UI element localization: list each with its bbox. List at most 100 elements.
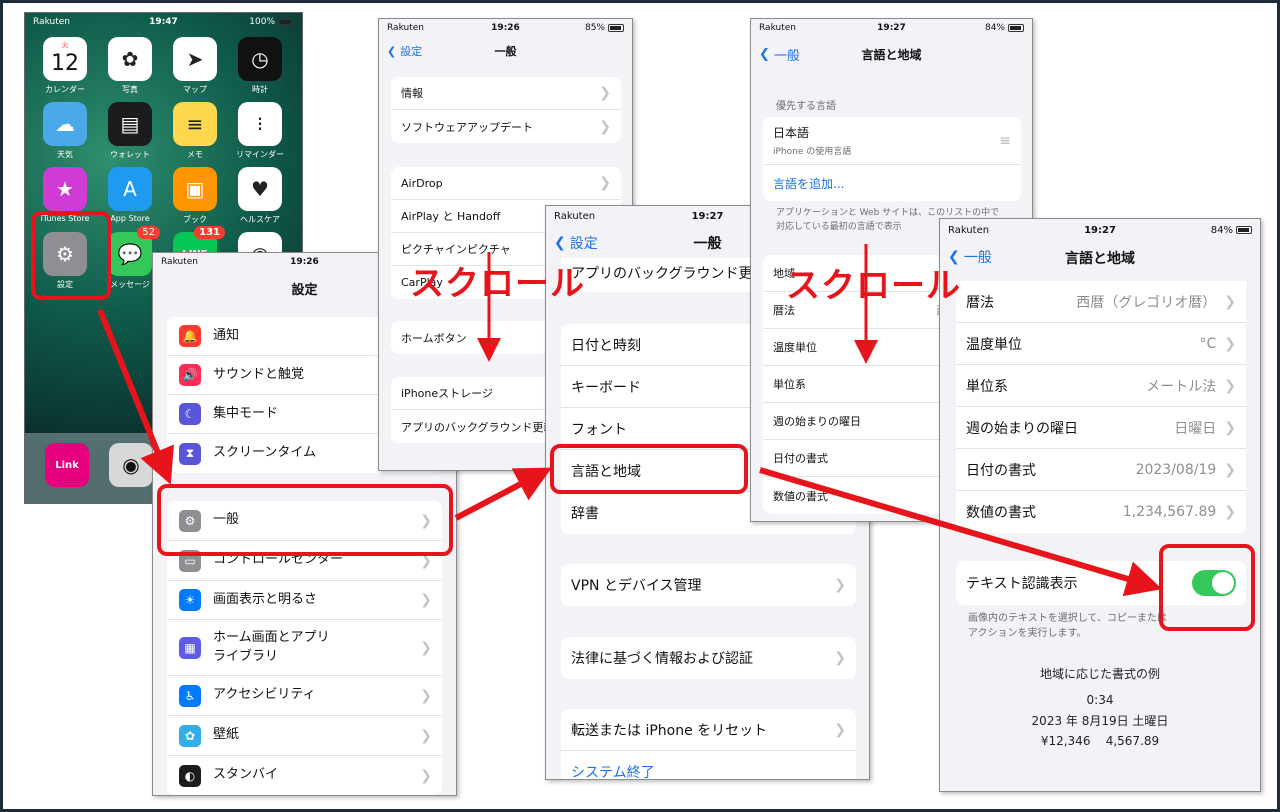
row-legal[interactable]: 法律に基づく情報および認証 ❯ <box>561 637 856 679</box>
chevron-right-icon: ❯ <box>1224 293 1236 310</box>
sun-icon: ☀ <box>179 589 201 611</box>
books-icon: ▣ <box>173 167 217 211</box>
app-label: ブック <box>183 215 207 224</box>
region-row[interactable]: 数値の書式 1,234,567.89 ❯ <box>956 491 1246 533</box>
app-photos[interactable]: ✿ 写真 <box>100 37 160 95</box>
settings-row-accessibility[interactable]: ♿ アクセシビリティ ❯ <box>167 676 442 716</box>
chevron-right-icon: ❯ <box>420 687 432 704</box>
app-store-icon: A <box>108 167 152 211</box>
app-clock[interactable]: ◷ 時計 <box>230 37 290 95</box>
highlight-settings-app <box>31 211 111 300</box>
list-item[interactable]: ソフトウェアアップデート ❯ <box>391 110 621 143</box>
list-item[interactable]: 情報 ❯ <box>391 77 621 110</box>
chevron-right-icon: ❯ <box>599 118 611 135</box>
preferred-languages-header: 優先する言語 <box>776 101 836 112</box>
general-group-about: 情報 ❯ ソフトウェアアップデート ❯ <box>391 77 621 143</box>
add-language-button[interactable]: 言語を追加... <box>763 165 1021 201</box>
settings-row-sun[interactable]: ☀ 画面表示と明るさ ❯ <box>167 581 442 620</box>
region-row-value: メートル法 <box>1146 378 1217 395</box>
region-row-label: 数値の書式 <box>966 505 1036 521</box>
battery-icon <box>278 18 294 26</box>
photos-icon: ✿ <box>108 37 152 81</box>
camera-app-icon[interactable]: ◉ <box>109 443 153 487</box>
highlight-language-region-row <box>550 444 748 494</box>
app-label: マップ <box>183 85 207 94</box>
settings-row-label: スタンバイ <box>213 767 279 783</box>
app-label: 天気 <box>57 150 73 159</box>
chevron-right-icon: ❯ <box>1224 461 1236 478</box>
app-calendar[interactable]: 火 12 カレンダー <box>35 37 95 95</box>
app-health[interactable]: ♥ ヘルスケア <box>230 167 290 225</box>
battery-icon <box>1008 24 1024 32</box>
settings-row-label: アクセシビリティ <box>213 687 316 703</box>
app-maps[interactable]: ➤ マップ <box>165 37 225 95</box>
list-item-label: AirDrop <box>401 176 443 190</box>
notes-icon: ≡ <box>173 102 217 146</box>
format-example: 地域に応じた書式の例 0:34 2023 年 8月19日 土曜日 ¥12,346… <box>940 664 1260 752</box>
app-label: カレンダー <box>45 85 85 94</box>
region-title: 言語と地域 <box>861 48 922 62</box>
app-label: リマインダー <box>236 150 284 159</box>
row-reset[interactable]: 転送または iPhone をリセット ❯ <box>561 709 856 751</box>
row-shutdown[interactable]: システム終了 <box>561 751 856 779</box>
app-books[interactable]: ▣ ブック <box>165 167 225 225</box>
chevron-right-icon: ❯ <box>1224 504 1236 520</box>
rakuten-link-app-icon[interactable]: Link <box>45 443 89 487</box>
settings-row-flower[interactable]: ✿ 壁紙 ❯ <box>167 716 442 756</box>
app-notes[interactable]: ≡ メモ <box>165 102 225 160</box>
region-row-label: 週の始まりの曜日 <box>966 420 1078 437</box>
app-weather[interactable]: ☁ 天気 <box>35 102 95 160</box>
format-example-date: 2023 年 8月19日 土曜日 <box>1031 713 1169 728</box>
chevron-right-icon: ❯ <box>1224 335 1236 352</box>
clock: 19:47 <box>149 17 178 27</box>
region-row[interactable]: 温度単位 °C ❯ <box>956 323 1246 365</box>
notification-badge: 52 <box>137 226 160 239</box>
arrow-to-language <box>454 467 552 521</box>
general-group-reset: 転送または iPhone をリセット ❯ システム終了 <box>561 709 856 779</box>
settings-row-standby[interactable]: ◐ スタンバイ ❯ <box>167 756 442 795</box>
general-title: 一般 <box>494 45 517 58</box>
settings-row-label: 壁紙 <box>213 727 240 743</box>
app-label: 写真 <box>122 85 138 94</box>
app-label: 時計 <box>252 85 268 94</box>
maps-icon: ➤ <box>173 37 217 81</box>
region-row-value: 西暦（グレゴリオ暦） <box>1076 294 1217 311</box>
scroll-annotation-2: スクロール <box>786 266 961 306</box>
list-item[interactable]: AirDrop ❯ <box>391 167 621 200</box>
battery-icon <box>1236 226 1252 234</box>
notification-badge: 131 <box>194 226 225 239</box>
wallet-icon: ▤ <box>108 102 152 146</box>
settings-row-grid[interactable]: ▦ ホーム画面とアプリ ライブラリ ❯ <box>167 620 442 676</box>
row-vpn[interactable]: VPN とデバイス管理 ❯ <box>561 564 856 606</box>
languages-group: 日本語 iPhone の使用言語 ≡ 言語を追加... <box>763 117 1021 201</box>
reminders-icon: ⁝ <box>238 102 282 146</box>
chevron-right-icon: ❯ <box>834 721 846 738</box>
format-example-title: 地域に応じた書式の例 <box>1039 667 1160 681</box>
region-row-value: 2023/08/19 <box>1135 461 1217 478</box>
home-status-bar: Rakuten 19:47 100% <box>25 13 302 31</box>
app-label: メモ <box>187 150 203 159</box>
scroll-annotation-1: スクロール <box>410 264 585 304</box>
region-row[interactable]: 単位系 メートル法 ❯ <box>956 365 1246 407</box>
chevron-right-icon: ❯ <box>1224 377 1236 394</box>
app-reminders[interactable]: ⁝ リマインダー <box>230 102 290 160</box>
region-row-label: 単位系 <box>966 378 1008 395</box>
health-icon: ♥ <box>238 167 282 211</box>
region-row-label: 温度単位 <box>966 336 1022 353</box>
weather-icon: ☁ <box>43 102 87 146</box>
clock-icon: ◷ <box>238 37 282 81</box>
chevron-right-icon: ❯ <box>420 727 432 744</box>
chevron-right-icon: ❯ <box>1224 419 1236 436</box>
region-row[interactable]: 日付の書式 2023/08/19 ❯ <box>956 449 1246 491</box>
language-row[interactable]: 日本語 iPhone の使用言語 ≡ <box>763 117 1021 165</box>
region-row[interactable]: 暦法 西暦（グレゴリオ暦） ❯ <box>956 281 1246 323</box>
region-title: 言語と地域 <box>1065 251 1135 267</box>
flower-icon: ✿ <box>179 724 201 747</box>
drag-handle-icon[interactable]: ≡ <box>999 133 1011 149</box>
battery-icon <box>608 24 624 32</box>
app-wallet[interactable]: ▤ ウォレット <box>100 102 160 160</box>
chevron-right-icon: ❯ <box>420 639 432 656</box>
chevron-right-icon: ❯ <box>599 85 611 101</box>
region-row[interactable]: 週の始まりの曜日 日曜日 ❯ <box>956 407 1246 449</box>
messages-icon: 💬 52 <box>108 226 160 276</box>
